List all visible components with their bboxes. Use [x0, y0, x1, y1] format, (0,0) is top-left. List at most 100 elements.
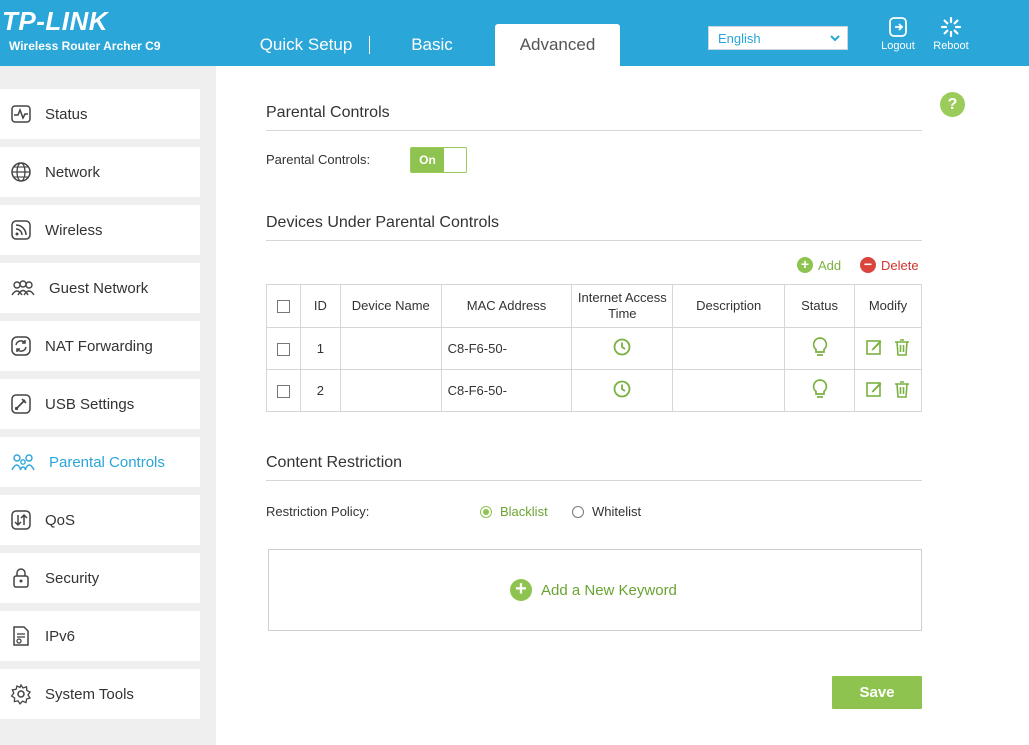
- column-header-device-name: Device Name: [339, 284, 442, 328]
- sidebar-item-system-tools[interactable]: System Tools: [0, 669, 200, 719]
- sidebar-item-label: Guest Network: [49, 279, 149, 297]
- parental-controls-toggle[interactable]: On: [410, 147, 467, 173]
- users-icon: [10, 277, 36, 299]
- parental-controls-label: Parental Controls:: [266, 152, 371, 167]
- section-title-parental-controls: Parental Controls: [266, 104, 390, 121]
- whitelist-radio[interactable]: Whitelist: [572, 504, 641, 519]
- sidebar-item-label: IPv6: [45, 627, 76, 645]
- logout-icon: [889, 17, 907, 37]
- section-title-devices: Devices Under Parental Controls: [266, 214, 499, 231]
- select-all-checkbox[interactable]: [276, 300, 290, 314]
- globe-icon: [10, 161, 32, 183]
- blacklist-label: Blacklist: [500, 504, 548, 519]
- sidebar-item-label: Status: [45, 105, 88, 123]
- sidebar-item-qos[interactable]: QoS: [0, 495, 200, 545]
- usb-icon: [10, 393, 32, 415]
- sidebar-item-label: Parental Controls: [49, 453, 165, 471]
- sidebar-item-security[interactable]: Security: [0, 553, 200, 603]
- lightbulb-icon[interactable]: [811, 336, 829, 358]
- edit-icon[interactable]: [865, 380, 883, 398]
- whitelist-label: Whitelist: [592, 504, 642, 519]
- add-keyword-label: Add a New Keyword: [541, 581, 677, 599]
- sidebar-item-usb-settings[interactable]: USB Settings: [0, 379, 200, 429]
- reboot-button[interactable]: Reboot: [926, 16, 976, 52]
- sidebar-item-label: Security: [45, 569, 100, 587]
- edit-icon[interactable]: [865, 338, 883, 356]
- minus-icon: −: [860, 257, 876, 273]
- save-button[interactable]: Save: [832, 676, 922, 709]
- wifi-icon: [10, 219, 32, 241]
- table-header-row: ID Device Name MAC Address Internet Acce…: [266, 284, 922, 328]
- sidebar-item-status[interactable]: Status: [0, 89, 200, 139]
- divider: [266, 130, 922, 131]
- blacklist-radio[interactable]: Blacklist: [480, 504, 548, 519]
- reboot-icon: [940, 16, 962, 38]
- sidebar-item-nat-forwarding[interactable]: NAT Forwarding: [0, 321, 200, 371]
- sidebar-item-network[interactable]: Network: [0, 147, 200, 197]
- row-checkbox[interactable]: [276, 343, 290, 357]
- column-header-id: ID: [299, 284, 341, 328]
- sidebar-item-label: USB Settings: [45, 395, 135, 413]
- device-name: [339, 327, 442, 370]
- sidebar-item-ipv6[interactable]: IPv6: [0, 611, 200, 661]
- device-description: [672, 369, 786, 412]
- tab-divider: [369, 36, 370, 54]
- sidebar-item-label: NAT Forwarding: [45, 337, 153, 355]
- device-id: 1: [299, 327, 341, 370]
- section-title-content-restriction: Content Restriction: [266, 454, 403, 471]
- family-icon: [10, 451, 36, 473]
- language-value: English: [718, 31, 761, 46]
- clock-icon[interactable]: [613, 380, 631, 398]
- sidebar-item-label: Wireless: [45, 221, 103, 239]
- reboot-label: Reboot: [933, 40, 969, 52]
- sidebar: Status Network Wireless Guest Network NA…: [0, 66, 216, 745]
- column-header-internet-access-time: Internet Access Time: [571, 284, 674, 328]
- lock-icon: [10, 567, 32, 589]
- divider: [266, 480, 922, 481]
- tab-quick-setup[interactable]: Quick Setup: [250, 24, 362, 66]
- column-header-description: Description: [672, 284, 786, 328]
- trash-icon[interactable]: [893, 380, 911, 398]
- top-header: TP-LINK Wireless Router Archer C9 Quick …: [0, 0, 1029, 66]
- document-icon: [10, 625, 32, 647]
- lightbulb-icon[interactable]: [811, 378, 829, 400]
- row-checkbox[interactable]: [276, 385, 290, 399]
- column-header-status: Status: [784, 284, 855, 328]
- devices-table: ID Device Name MAC Address Internet Acce…: [266, 284, 922, 412]
- brand-logo: TP-LINK: [2, 6, 109, 36]
- add-keyword-button[interactable]: + Add a New Keyword: [510, 579, 677, 601]
- device-id: 2: [299, 369, 341, 412]
- sidebar-item-label: System Tools: [45, 685, 134, 703]
- delete-label: Delete: [881, 257, 919, 273]
- sidebar-item-parental-controls[interactable]: Parental Controls: [0, 437, 200, 487]
- radio-circle: [480, 505, 492, 518]
- sidebar-item-guest-network[interactable]: Guest Network: [0, 263, 200, 313]
- add-label: Add: [818, 257, 842, 273]
- sidebar-item-label: QoS: [45, 511, 76, 529]
- keyword-list-box: + Add a New Keyword: [268, 549, 922, 631]
- toggle-on-label: On: [411, 148, 444, 172]
- divider: [266, 240, 922, 241]
- restriction-policy-label: Restriction Policy:: [266, 504, 370, 519]
- tab-basic[interactable]: Basic: [380, 24, 484, 66]
- table-row: 1 C8-F6-50-: [266, 327, 922, 370]
- qos-icon: [10, 509, 32, 531]
- device-description: [672, 327, 786, 370]
- logout-button[interactable]: Logout: [873, 16, 923, 52]
- tab-advanced[interactable]: Advanced: [495, 24, 620, 66]
- sidebar-item-wireless[interactable]: Wireless: [0, 205, 200, 255]
- delete-device-button[interactable]: − Delete: [860, 257, 919, 273]
- clock-icon[interactable]: [613, 338, 631, 356]
- add-device-button[interactable]: + Add: [797, 257, 841, 273]
- trash-icon[interactable]: [893, 338, 911, 356]
- radio-circle: [572, 505, 584, 518]
- language-select[interactable]: English: [708, 26, 848, 50]
- refresh-icon: [10, 335, 32, 357]
- device-mac: C8-F6-50-: [440, 369, 573, 412]
- router-model: Wireless Router Archer C9: [9, 39, 161, 53]
- gear-icon: [10, 683, 32, 705]
- logout-label: Logout: [881, 40, 915, 52]
- help-icon[interactable]: ?: [940, 92, 965, 117]
- sidebar-item-label: Network: [45, 163, 101, 181]
- column-header-modify: Modify: [854, 284, 922, 328]
